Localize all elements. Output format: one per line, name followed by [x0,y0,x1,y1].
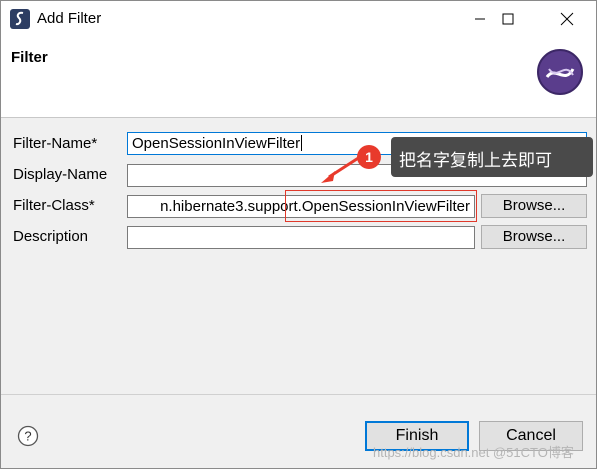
footer-separator [1,394,596,395]
filter-name-label: Filter-Name* [13,135,98,152]
description-label: Description [13,228,89,245]
eclipse-s-icon [10,9,30,29]
close-icon[interactable] [544,1,590,37]
annotation-badge: 1 [357,145,381,169]
header-title: Filter [11,49,48,66]
filter-class-browse-button[interactable]: Browse... [481,194,587,218]
text-caret [301,135,303,151]
title-bar: Add Filter [1,1,596,37]
filter-logo-icon [537,49,583,95]
annotation-text: 把名字复制上去即可 [399,151,552,170]
filter-name-value: OpenSessionInViewFilter [132,135,301,152]
help-glyph: ? [24,429,31,444]
help-icon[interactable]: ? [17,425,39,447]
display-name-label: Display-Name [13,166,108,183]
dialog-header: Filter [1,37,596,118]
highlight-box [285,190,477,222]
description-browse-button[interactable]: Browse... [481,225,587,249]
maximize-icon[interactable] [485,1,531,37]
annotation-callout: 把名字复制上去即可 [391,137,593,177]
filter-class-label: Filter-Class* [13,197,95,214]
window-title: Add Filter [37,10,102,27]
watermark-text: https://blog.csdn.net @51CTO博客 [373,445,574,460]
add-filter-dialog: Add Filter Filter Filter-Name* OpenSessi… [0,0,597,469]
description-field[interactable] [127,226,475,249]
